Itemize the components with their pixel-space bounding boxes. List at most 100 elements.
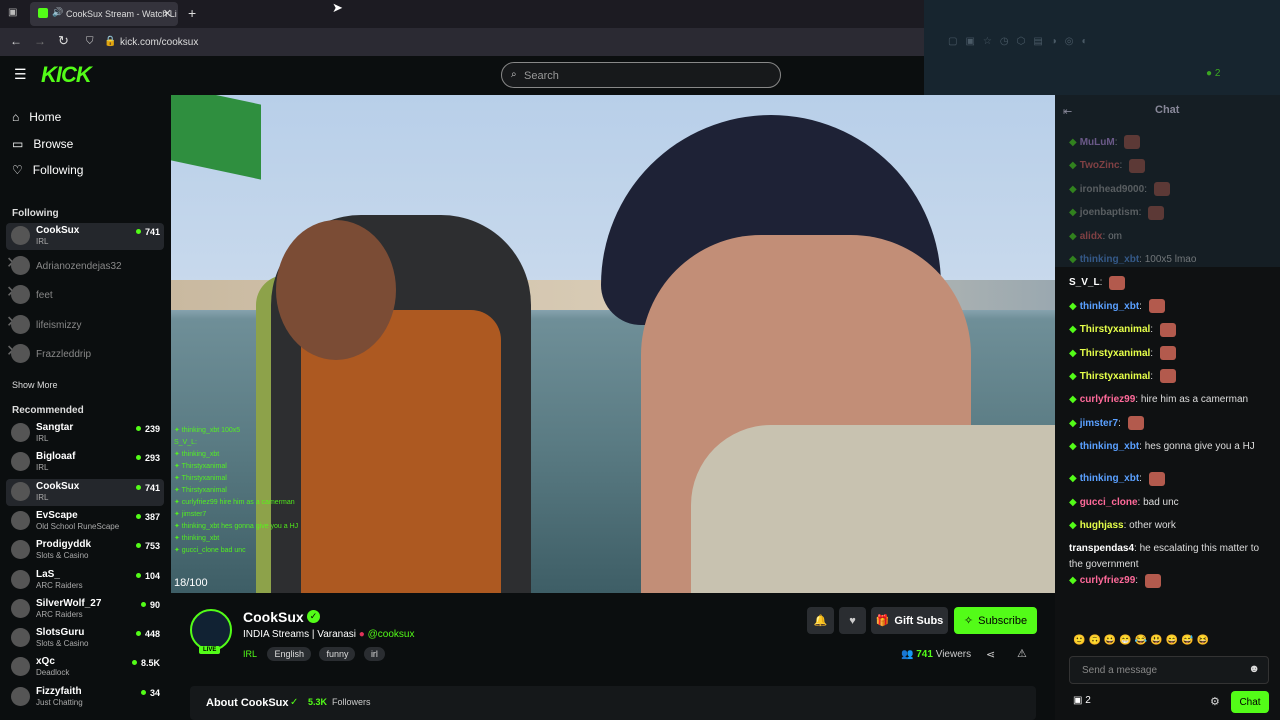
live-badge: LIVE xyxy=(199,646,221,654)
nav-following[interactable]: ♡ Following xyxy=(12,163,83,177)
recommended-item[interactable]: Sangtar IRL 239 xyxy=(6,420,164,447)
badge-icon: ◆ xyxy=(1069,575,1077,587)
emoji-icon[interactable]: ☻ xyxy=(1248,663,1260,675)
streamer-category: IRL xyxy=(36,237,49,246)
recommended-item[interactable]: CookSux IRL 741 xyxy=(6,478,164,506)
following-item[interactable]: Adrianozendejas32✕ xyxy=(6,253,164,280)
chat-username[interactable]: Thirstyxanimal xyxy=(1080,324,1151,335)
chat-username[interactable]: transpendas4 xyxy=(1069,543,1134,554)
channel-avatar[interactable] xyxy=(190,609,232,651)
chat-username[interactable]: curlyfriez99 xyxy=(1080,394,1136,405)
chat-message: ◆ thinking_xbt: xyxy=(1069,299,1269,315)
tab-title: CookSux Stream - Watch Li xyxy=(66,9,177,19)
collapse-chat-icon[interactable]: ⇤ xyxy=(1063,105,1072,118)
chat-message: ◆ joenbaptism: xyxy=(1069,205,1269,221)
stream-title: INDIA Streams | Varanasi xyxy=(243,629,357,640)
chat-send-button[interactable]: Chat xyxy=(1231,691,1269,713)
recommended-item[interactable]: EvScape Old School RuneScape 387 xyxy=(6,508,164,535)
following-item[interactable]: CookSux IRL 741 xyxy=(6,223,164,250)
recommended-item[interactable]: SilverWolf_27 ARC Raiders 90 xyxy=(6,596,164,623)
recommended-item[interactable]: Prodigyddk Slots & Casino 753 xyxy=(6,537,164,564)
search-input[interactable]: ⌕ Search xyxy=(501,62,781,88)
recommended-item[interactable]: SlotsGuru Slots & Casino 448 xyxy=(6,625,164,652)
emote-icon xyxy=(1109,275,1126,290)
chat-username[interactable]: gucci_clone xyxy=(1080,497,1138,508)
category-link[interactable]: IRL xyxy=(243,649,257,659)
tag-english[interactable]: English xyxy=(267,647,311,661)
channel-handle[interactable]: @cooksux xyxy=(368,629,415,640)
emote-bar[interactable]: 🙂🙃😀😁😂😃😄😅😆 xyxy=(1073,635,1212,646)
badge-icon: ◆ xyxy=(1069,160,1077,172)
streamer-category: Slots & Casino xyxy=(36,551,89,561)
streamer-name: EvScape xyxy=(36,509,78,521)
streamer-name: LaS_ xyxy=(36,568,60,580)
video-player[interactable]: ✦ thinking_xbt 100x5 S_V_L: ✦ thinking_xbt… xyxy=(171,95,1055,593)
streamer-name: CookSux xyxy=(36,225,80,236)
chat-input[interactable]: Send a message ☻ xyxy=(1069,656,1269,684)
subscribe-button[interactable]: ✧ Subscribe xyxy=(954,607,1037,634)
recommended-item[interactable]: Bigloaaf IRL 293 xyxy=(6,449,164,476)
emote-icon xyxy=(1148,205,1165,220)
recommended-item[interactable]: xQc Deadlock 8.5K xyxy=(6,654,164,681)
chat-username[interactable]: alidx xyxy=(1080,231,1103,242)
settings-icon[interactable]: ⚙ xyxy=(1210,695,1220,708)
emote-icon xyxy=(1153,182,1170,197)
tag-funny[interactable]: funny xyxy=(319,647,356,661)
following-item[interactable]: lifeismizzy✕ xyxy=(6,312,164,339)
chat-text: hes gonna give you a HJ xyxy=(1144,441,1255,453)
stream-title-row: INDIA Streams | Varanasi ● @cooksux xyxy=(243,629,414,640)
reload-icon[interactable]: ↻ xyxy=(58,33,69,49)
points-indicator[interactable]: ▣ 2 xyxy=(1073,695,1091,706)
tags-row: IRL English funny irl xyxy=(243,644,389,662)
url-field[interactable]: ⛉ 🔒 kick.com/cooksux xyxy=(80,32,923,52)
badge-icon: ◆ xyxy=(1069,473,1077,485)
chat-username[interactable]: MuLuM xyxy=(1080,137,1115,148)
nav-home[interactable]: ⌂ Home xyxy=(12,110,61,124)
toolbar-icons: ▢▣☆◷⬡▤◑◎◐ xyxy=(948,36,1096,47)
follow-button[interactable]: ♥ xyxy=(839,607,866,634)
chat-username[interactable]: joenbaptism xyxy=(1080,207,1139,218)
emote-icon xyxy=(1148,299,1165,314)
chat-username[interactable]: Thirstyxanimal xyxy=(1080,371,1151,382)
gift-subs-button[interactable]: 🎁 Gift Subs xyxy=(871,607,948,634)
stream-info-bar: LIVE CookSux ✓ INDIA Streams | Varanasi … xyxy=(171,593,1055,720)
kick-logo[interactable]: KICK xyxy=(41,62,92,88)
chat-username[interactable]: Thirstyxanimal xyxy=(1080,348,1151,359)
chat-username[interactable]: thinking_xbt xyxy=(1080,473,1139,484)
chat-username[interactable]: TwoZinc xyxy=(1080,160,1120,171)
viewer-count: 34 xyxy=(141,688,160,698)
recommended-item[interactable]: Fizzyfaith Just Chatting 34 xyxy=(6,684,164,711)
notification-button[interactable]: 🔔 xyxy=(807,607,834,634)
show-more-link[interactable]: Show More xyxy=(12,380,58,390)
chat-username[interactable]: S_V_L xyxy=(1069,277,1100,288)
chat-message: S_V_L: xyxy=(1069,275,1269,291)
viewer-count: 104 xyxy=(136,571,160,581)
chat-username[interactable]: hughjass xyxy=(1080,520,1124,531)
nav-browse[interactable]: ▭ Browse xyxy=(12,137,73,151)
chat-text: 100x5 lmao xyxy=(1144,254,1197,265)
share-icon[interactable]: ⋖ xyxy=(986,648,995,661)
menu-icon[interactable]: ☰ xyxy=(14,66,27,83)
chat-username[interactable]: ironhead9000 xyxy=(1080,184,1144,195)
browser-tab[interactable]: 🔊 CookSux Stream - Watch Li ✕ xyxy=(30,2,178,26)
chat-username[interactable]: thinking_xbt xyxy=(1080,441,1139,452)
new-tab-button[interactable]: + xyxy=(188,5,196,21)
badge-icon: ◆ xyxy=(1069,137,1077,148)
back-icon[interactable]: ← xyxy=(10,34,22,48)
tag-irl[interactable]: irl xyxy=(363,647,385,661)
channel-name[interactable]: CookSux xyxy=(243,609,304,625)
chat-username[interactable]: curlyfriez99 xyxy=(1080,575,1136,586)
chat-username[interactable]: thinking_xbt xyxy=(1080,254,1139,265)
following-item[interactable]: Frazzleddrip✕ xyxy=(6,341,164,368)
badge-icon: ◆ xyxy=(1069,371,1077,382)
following-item[interactable]: feet✕ xyxy=(6,282,164,309)
tab-list-icon[interactable]: ▣ xyxy=(8,7,17,18)
recommended-item[interactable]: LaS_ ARC Raiders 104 xyxy=(6,567,164,594)
streamer-category: Just Chatting xyxy=(36,697,83,707)
chat-username[interactable]: jimster7 xyxy=(1080,418,1118,429)
report-icon[interactable]: ⚠ xyxy=(1017,647,1027,660)
close-tab-icon[interactable]: ✕ xyxy=(163,7,172,20)
chat-username[interactable]: thinking_xbt xyxy=(1080,301,1139,312)
forward-icon[interactable]: → xyxy=(34,34,46,48)
streamer-name: xQc xyxy=(36,656,55,668)
